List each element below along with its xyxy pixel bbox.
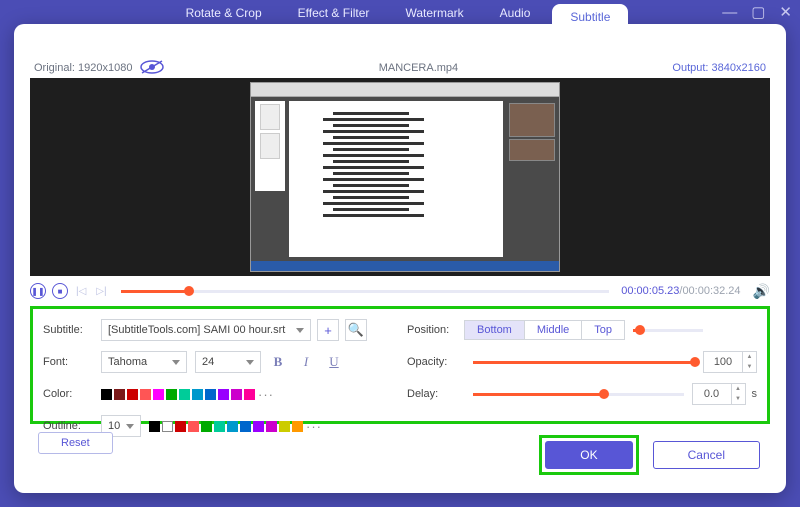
outline-swatch[interactable] xyxy=(149,421,160,432)
tab-effect-filter[interactable]: Effect & Filter xyxy=(284,0,384,30)
color-swatch[interactable] xyxy=(192,389,203,400)
tab-rotate-crop[interactable]: Rotate & Crop xyxy=(172,0,276,30)
outline-swatches xyxy=(149,421,303,432)
delay-unit: s xyxy=(752,388,758,400)
time-duration: 00:00:32.24 xyxy=(682,285,740,297)
color-swatch[interactable] xyxy=(179,389,190,400)
color-swatch[interactable] xyxy=(231,389,242,400)
compare-icon[interactable] xyxy=(140,60,164,76)
add-subtitle-button[interactable]: + xyxy=(317,319,339,341)
main-panel: Rotate & Crop Effect & Filter Watermark … xyxy=(14,24,786,493)
color-label: Color: xyxy=(43,388,101,400)
delay-spinner[interactable]: ▲▼ xyxy=(732,383,746,405)
outline-swatch[interactable] xyxy=(240,421,251,432)
color-swatch[interactable] xyxy=(166,389,177,400)
ok-button[interactable]: OK xyxy=(545,441,632,469)
font-family-dropdown[interactable]: Tahoma xyxy=(101,351,187,373)
tab-subtitle[interactable]: Subtitle xyxy=(552,4,628,34)
color-swatches xyxy=(101,389,255,400)
dialog-buttons: OK Cancel xyxy=(539,435,760,475)
delay-value[interactable]: 0.0 xyxy=(692,383,732,405)
tab-audio[interactable]: Audio xyxy=(486,0,545,30)
position-label: Position: xyxy=(407,324,465,336)
output-label: Output: xyxy=(672,62,708,74)
outline-swatch[interactable] xyxy=(266,421,277,432)
outline-swatch[interactable] xyxy=(188,421,199,432)
font-label: Font: xyxy=(43,356,101,368)
prev-frame-button[interactable]: |◁ xyxy=(74,286,88,297)
more-outline-colors-button[interactable]: ··· xyxy=(306,419,322,434)
outline-swatch[interactable] xyxy=(201,421,212,432)
cancel-button[interactable]: Cancel xyxy=(653,441,760,469)
font-size-dropdown[interactable]: 24 xyxy=(195,351,261,373)
next-frame-button[interactable]: ▷| xyxy=(94,286,108,297)
color-swatch[interactable] xyxy=(114,389,125,400)
playback-controls: ❚❚ ■ |◁ ▷| 00:00:05.23/00:00:32.24 🔊 xyxy=(30,280,770,302)
subtitle-editor: Subtitle: [SubtitleTools.com] SAMI 00 ho… xyxy=(30,306,770,424)
position-top[interactable]: Top xyxy=(581,320,625,340)
color-swatch[interactable] xyxy=(153,389,164,400)
more-colors-button[interactable]: ··· xyxy=(258,387,274,402)
timeline-slider[interactable] xyxy=(121,290,610,293)
volume-icon[interactable]: 🔊 xyxy=(753,283,770,300)
tab-bar: Rotate & Crop Effect & Filter Watermark … xyxy=(14,20,786,50)
color-swatch[interactable] xyxy=(101,389,112,400)
outline-swatch[interactable] xyxy=(279,421,290,432)
opacity-spinner[interactable]: ▲▼ xyxy=(743,351,757,373)
preview-frame xyxy=(250,82,560,272)
color-swatch[interactable] xyxy=(205,389,216,400)
reset-button[interactable]: Reset xyxy=(38,432,113,454)
underline-button[interactable]: U xyxy=(323,351,345,373)
color-swatch[interactable] xyxy=(218,389,229,400)
opacity-label: Opacity: xyxy=(407,356,465,368)
subtitle-file-dropdown[interactable]: [SubtitleTools.com] SAMI 00 hour.srt xyxy=(101,319,311,341)
delay-slider[interactable] xyxy=(473,393,684,396)
delay-label: Delay: xyxy=(407,388,465,400)
original-label: Original: xyxy=(34,62,75,74)
outline-swatch[interactable] xyxy=(175,421,186,432)
subtitle-label: Subtitle: xyxy=(43,324,101,336)
outline-label: Outline: xyxy=(43,420,101,432)
time-current: 00:00:05.23 xyxy=(621,285,679,297)
tab-watermark[interactable]: Watermark xyxy=(391,0,477,30)
close-button[interactable]: ✕ xyxy=(779,3,792,21)
stop-button[interactable]: ■ xyxy=(52,283,68,299)
position-middle[interactable]: Middle xyxy=(524,320,582,340)
color-swatch[interactable] xyxy=(140,389,151,400)
info-row: Original: 1920x1080 MANCERA.mp4 Output: … xyxy=(34,60,766,76)
position-bottom[interactable]: Bottom xyxy=(464,320,525,340)
color-swatch[interactable] xyxy=(244,389,255,400)
opacity-value[interactable]: 100 xyxy=(703,351,743,373)
outline-swatch[interactable] xyxy=(227,421,238,432)
time-display: 00:00:05.23/00:00:32.24 xyxy=(621,285,740,297)
maximize-button[interactable]: ▢ xyxy=(751,3,765,21)
search-subtitle-button[interactable]: 🔍 xyxy=(345,319,367,341)
outline-swatch[interactable] xyxy=(253,421,264,432)
italic-button[interactable]: I xyxy=(295,351,317,373)
bold-button[interactable]: B xyxy=(267,351,289,373)
output-value: 3840x2160 xyxy=(712,62,766,74)
pause-button[interactable]: ❚❚ xyxy=(30,283,46,299)
minimize-button[interactable]: — xyxy=(722,4,737,21)
outline-swatch[interactable] xyxy=(214,421,225,432)
ok-highlight: OK xyxy=(539,435,638,475)
position-slider[interactable] xyxy=(633,329,703,332)
outline-swatch[interactable] xyxy=(162,421,173,432)
filename: MANCERA.mp4 xyxy=(164,62,672,74)
outline-swatch[interactable] xyxy=(292,421,303,432)
position-segment: Bottom Middle Top xyxy=(465,320,625,340)
color-swatch[interactable] xyxy=(127,389,138,400)
original-value: 1920x1080 xyxy=(78,62,132,74)
opacity-slider[interactable] xyxy=(473,361,695,364)
video-preview[interactable] xyxy=(30,78,770,276)
